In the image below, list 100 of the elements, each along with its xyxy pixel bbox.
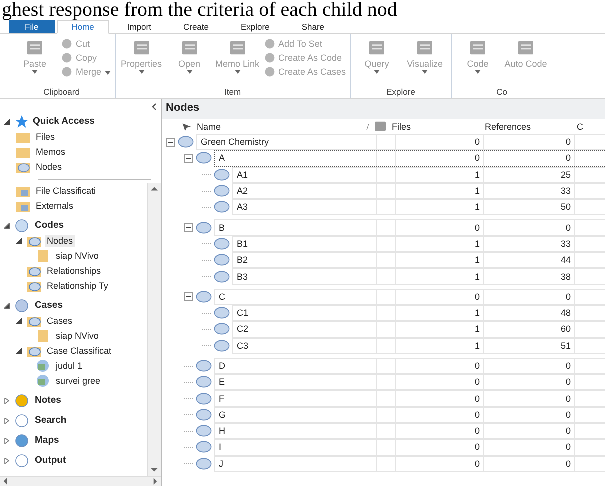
expand-toggle-icon[interactable] xyxy=(184,292,193,302)
nav-item[interactable]: Case Classificat xyxy=(45,344,114,356)
ribbon-tab[interactable]: File xyxy=(9,20,55,33)
table-cell: 1 xyxy=(395,200,483,214)
scroll-right-icon[interactable] xyxy=(153,478,158,485)
nav-item[interactable]: Relationship Ty xyxy=(45,280,110,292)
table-cell-text: A2 xyxy=(236,186,250,196)
memo-icon xyxy=(374,121,387,132)
nav-section[interactable]: Codes xyxy=(33,219,66,232)
nav-item[interactable]: Nodes xyxy=(34,160,64,172)
node-icon xyxy=(178,136,194,148)
table-cell: 0 xyxy=(395,456,483,471)
expand-icon[interactable] xyxy=(4,118,10,124)
expand-icon[interactable] xyxy=(4,398,10,404)
table-cell-text: B2 xyxy=(236,255,250,266)
table-cell-text: A xyxy=(218,153,226,164)
expand-icon[interactable] xyxy=(16,238,22,244)
node-icon xyxy=(214,270,230,283)
collapse-icon[interactable] xyxy=(152,103,157,111)
expand-icon[interactable] xyxy=(4,438,10,444)
nav-section[interactable]: Cases xyxy=(33,299,65,312)
table-cell-text: I xyxy=(218,442,223,452)
expand-toggle-icon[interactable] xyxy=(166,138,175,147)
table-cell-text: Green Chemistry xyxy=(200,137,270,148)
ribbon-tab[interactable]: Share xyxy=(288,20,339,33)
column-header[interactable]: Name xyxy=(197,122,366,132)
nav-item[interactable]: Nodes xyxy=(45,234,76,246)
ribbon-tab[interactable]: Import xyxy=(113,20,166,33)
table-cell-text: C xyxy=(218,292,226,302)
ribbon-tab[interactable]: Explore xyxy=(227,20,284,33)
folder-icon xyxy=(36,330,50,342)
nav-section[interactable]: Maps xyxy=(33,434,62,447)
group-label: Item xyxy=(224,87,242,97)
table-cell: 0 xyxy=(395,391,483,406)
circle-icon xyxy=(16,160,30,172)
table-cell: 1 xyxy=(395,253,483,268)
table-cell: 1 xyxy=(395,236,483,252)
nav-item[interactable]: Cases xyxy=(45,314,75,326)
nav-item[interactable]: Externals xyxy=(34,200,76,212)
ribbon-tab[interactable]: Home xyxy=(56,20,110,34)
table-cell: 33 xyxy=(483,184,575,198)
scrollbar[interactable] xyxy=(147,183,161,476)
nav-item[interactable]: siap NVivo xyxy=(54,250,101,262)
table-cell: 0 xyxy=(483,290,575,304)
node-icon xyxy=(214,323,230,336)
table-cell-text: B1 xyxy=(236,238,250,249)
table-cell-text: F xyxy=(218,394,226,404)
expand-toggle-icon[interactable] xyxy=(184,223,193,232)
table-cell: 25 xyxy=(483,168,575,182)
column-header[interactable]: Files xyxy=(392,122,482,132)
node-icon xyxy=(196,290,212,303)
expand-icon[interactable] xyxy=(4,458,10,464)
node-icon xyxy=(214,185,230,198)
table-cell: 1 xyxy=(395,168,483,182)
nav-item[interactable]: Files xyxy=(34,130,58,142)
nav-item[interactable]: survei gree xyxy=(54,374,103,386)
expand-icon[interactable] xyxy=(16,318,22,324)
nav-section[interactable]: Output xyxy=(33,454,68,467)
table-cell: 33 xyxy=(483,236,575,252)
nav-item[interactable]: File Classificati xyxy=(34,184,98,196)
expand-icon[interactable] xyxy=(4,222,10,228)
nav-item[interactable]: Memos xyxy=(34,146,68,158)
table-cell: 0 xyxy=(395,440,483,455)
nav-section[interactable]: Search xyxy=(33,414,69,427)
circle-icon xyxy=(15,218,29,232)
nav-item[interactable]: siap NVivo xyxy=(54,330,101,342)
expand-toggle-icon[interactable] xyxy=(184,154,193,163)
node-icon xyxy=(196,222,212,234)
table-cell: 0 xyxy=(483,440,575,455)
folder-table-icon xyxy=(16,184,30,196)
column-header[interactable]: References xyxy=(482,122,577,132)
ribbon-tab[interactable]: Create xyxy=(169,20,223,33)
scroll-up-icon[interactable] xyxy=(151,186,158,192)
table-cell: 60 xyxy=(483,322,575,337)
nav-section[interactable]: Notes xyxy=(33,394,64,407)
expand-icon[interactable] xyxy=(4,418,10,424)
node-icon xyxy=(214,168,230,181)
nav-section[interactable]: Quick Access xyxy=(33,116,95,127)
table-cell: 50 xyxy=(483,200,575,214)
expand-icon[interactable] xyxy=(16,348,22,354)
node-icon xyxy=(196,360,212,372)
sort-icon[interactable] xyxy=(366,124,370,130)
table-cell: 0 xyxy=(483,358,575,374)
table-cell: 1 xyxy=(395,338,483,353)
nav-item[interactable]: Relationships xyxy=(45,264,104,276)
nav-item[interactable]: judul 1 xyxy=(54,360,85,372)
node-icon xyxy=(214,238,230,250)
table-cell: 0 xyxy=(395,375,483,390)
scroll-down-icon[interactable] xyxy=(151,467,158,473)
table-cell: 38 xyxy=(483,269,575,284)
scroll-left-icon[interactable] xyxy=(3,478,8,485)
table-cell: 0 xyxy=(483,151,575,166)
table-cell: 44 xyxy=(483,253,575,268)
node-icon xyxy=(196,408,212,421)
column-header[interactable]: C xyxy=(577,122,597,132)
node-icon xyxy=(196,376,212,388)
expand-icon[interactable] xyxy=(4,302,10,308)
scrollbar[interactable] xyxy=(0,476,161,486)
table-cell-text: C3 xyxy=(236,340,250,351)
folder-circle-icon xyxy=(27,314,41,326)
